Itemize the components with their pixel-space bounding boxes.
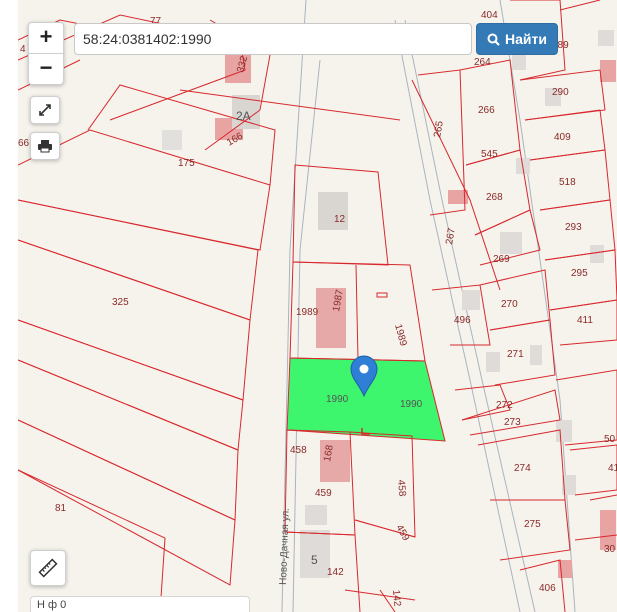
parcel-label: 12	[334, 214, 346, 225]
parcel-label: 274	[514, 463, 531, 474]
parcel-label: 295	[571, 268, 588, 279]
parcel-label: 518	[559, 177, 576, 188]
zoom-control: + −	[28, 22, 64, 85]
parcel-label: 4	[20, 44, 26, 55]
parcel-label: 1990	[326, 394, 349, 405]
ruler-icon	[38, 558, 58, 578]
cadastral-search-input[interactable]	[74, 23, 472, 55]
parcel-label: 1989	[296, 307, 319, 318]
parcel-label: 269	[493, 254, 510, 265]
parcel-label: 271	[507, 349, 524, 360]
parcel-label: 270	[501, 299, 518, 310]
parcel-label: 325	[112, 297, 129, 308]
search-icon	[487, 33, 500, 46]
parcel-label: 66	[18, 138, 30, 149]
street-label: Ново-Дачная ул.	[278, 508, 292, 585]
parcel-label: 5	[311, 553, 318, 567]
plot-marker	[376, 292, 388, 298]
fullscreen-icon	[39, 104, 51, 116]
measure-button[interactable]	[30, 550, 66, 586]
parcel-label: 272	[496, 400, 513, 411]
map-layer: 404 264 289 290 266 409 265 545 518 268 …	[18, 0, 617, 612]
parcel-label: 458	[290, 445, 307, 456]
parcel-label: 459	[315, 488, 332, 499]
parcel-label: 268	[486, 192, 503, 203]
find-button[interactable]: Найти	[476, 23, 558, 55]
parcel-label: 50	[604, 434, 616, 445]
parcel-label: 409	[554, 132, 571, 143]
zoom-in-button[interactable]: +	[29, 23, 63, 53]
parcel-label: 1989	[392, 323, 408, 348]
parcel-label: 142	[390, 589, 402, 607]
zoom-out-button[interactable]: −	[29, 53, 63, 84]
info-panel: Н ф 0	[30, 596, 250, 612]
parcel-label: 459	[393, 523, 411, 543]
parcel-label: 290	[552, 87, 569, 98]
parcel-label: 458	[395, 479, 407, 497]
parcel-label: 175	[178, 158, 195, 169]
map-canvas[interactable]: 404 264 289 290 266 409 265 545 518 268 …	[18, 0, 617, 612]
parcel-label: 273	[504, 417, 521, 428]
parcel-label: 2А	[236, 109, 251, 123]
parcel-label: 275	[524, 519, 541, 530]
parcel-label: 293	[565, 222, 582, 233]
parcel-label: 411	[577, 315, 593, 326]
info-panel-text: Н ф 0	[37, 599, 67, 611]
print-button[interactable]	[30, 132, 60, 160]
parcel-label: 264	[474, 57, 491, 68]
parcel-label: 266	[478, 105, 495, 116]
find-button-label: Найти	[505, 31, 547, 47]
fullscreen-button[interactable]	[30, 96, 60, 124]
parcel-label: 496	[454, 315, 471, 326]
parcel-label: 1990	[400, 399, 423, 410]
parcel-label: 41	[608, 463, 617, 474]
parcel-label: 267	[444, 227, 458, 246]
parcel-label: 30	[604, 544, 616, 555]
parcel-label: 404	[481, 10, 498, 21]
parcel-label: 545	[481, 149, 498, 160]
parcel-label: 81	[55, 503, 67, 514]
parcel-label: 142	[327, 567, 344, 578]
print-icon	[38, 140, 52, 153]
parcel-label: 265	[432, 120, 446, 139]
parcel-label: 406	[539, 583, 556, 594]
